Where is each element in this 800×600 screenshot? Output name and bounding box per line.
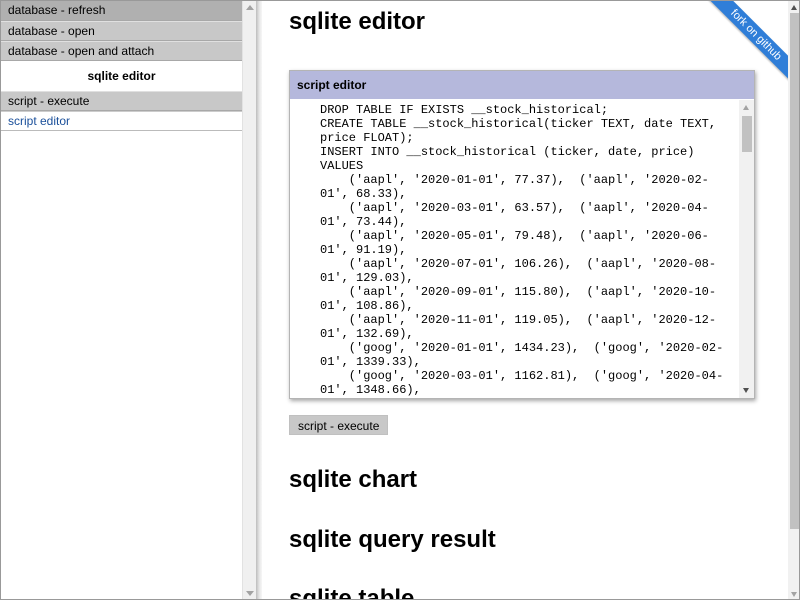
sidebar-scrollbar[interactable]: [242, 1, 256, 599]
script-editor-textarea[interactable]: DROP TABLE IF EXISTS __stock_historical;…: [290, 100, 739, 398]
sidebar-nav: database - refresh database - open datab…: [1, 1, 242, 599]
sidebar-script-execute-button[interactable]: script - execute: [1, 91, 242, 111]
scrollbar-thumb[interactable]: [790, 13, 799, 529]
scroll-down-arrow-icon[interactable]: [743, 388, 749, 393]
scroll-down-arrow-icon[interactable]: [246, 591, 254, 596]
query-result-section-title: sqlite query result: [289, 526, 496, 553]
editor-scrollbar[interactable]: [739, 100, 754, 398]
scrollbar-thumb[interactable]: [742, 116, 752, 152]
database-open-button[interactable]: database - open: [1, 21, 242, 41]
fork-on-github-ribbon[interactable]: fork on github: [697, 1, 788, 94]
fork-ribbon-container: fork on github: [681, 1, 788, 111]
scroll-up-arrow-icon[interactable]: [246, 5, 254, 10]
sidebar: database - refresh database - open datab…: [1, 1, 256, 599]
sidebar-script-editor-link[interactable]: script editor: [1, 111, 242, 131]
main-scrollbar[interactable]: [788, 1, 799, 599]
database-refresh-button[interactable]: database - refresh: [1, 1, 242, 21]
database-open-and-attach-button[interactable]: database - open and attach: [1, 41, 242, 61]
scroll-down-arrow-icon[interactable]: [791, 592, 797, 597]
app-window: database - refresh database - open datab…: [0, 0, 800, 600]
scroll-up-arrow-icon[interactable]: [791, 5, 797, 10]
chart-section-title: sqlite chart: [289, 466, 418, 493]
sidebar-section-title: sqlite editor: [1, 61, 242, 91]
script-editor-text[interactable]: DROP TABLE IF EXISTS __stock_historical;…: [290, 100, 739, 397]
script-editor-panel: script editor DROP TABLE IF EXISTS __sto…: [289, 70, 755, 399]
page-title: sqlite editor: [289, 8, 426, 35]
script-execute-button[interactable]: script - execute: [289, 415, 389, 435]
table-section-title: sqlite table: [289, 585, 415, 600]
